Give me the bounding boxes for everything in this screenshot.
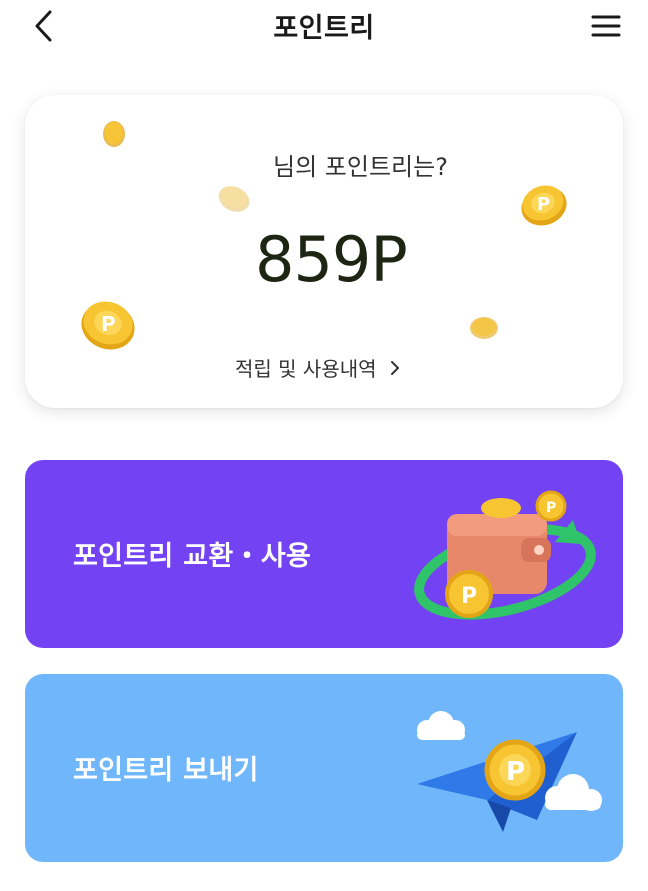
- svg-text:P: P: [506, 757, 525, 787]
- history-link-label: 적립 및 사용내역: [235, 357, 377, 381]
- wallet-exchange-icon: P P: [414, 490, 596, 620]
- app-header: 포인트리: [0, 0, 648, 52]
- history-link[interactable]: 적립 및 사용내역: [235, 353, 401, 382]
- exchange-use-label: 포인트리 교환・사용: [73, 541, 312, 572]
- svg-text:P: P: [101, 312, 116, 336]
- menu-button[interactable]: [590, 10, 622, 42]
- exchange-use-card[interactable]: 포인트리 교환・사용 P P: [25, 460, 623, 648]
- svg-text:P: P: [546, 500, 556, 516]
- points-greeting: 님의 포인트리는?: [273, 153, 448, 181]
- points-summary-card: P P 님의 포인트리는? 859P 적립 및 사용내역: [25, 95, 623, 408]
- chevron-right-icon: [390, 360, 399, 375]
- coin-icon: [218, 186, 250, 212]
- hamburger-menu-icon: [591, 15, 621, 37]
- points-balance: 859P: [255, 223, 408, 296]
- send-points-label: 포인트리 보내기: [73, 755, 259, 786]
- coin-icon: P: [521, 185, 567, 226]
- svg-text:P: P: [461, 584, 477, 609]
- page-title: 포인트리: [273, 13, 375, 44]
- send-points-card[interactable]: 포인트리 보내기 P: [25, 674, 623, 862]
- svg-text:P: P: [537, 194, 550, 215]
- paper-plane-coin-icon: P: [417, 711, 602, 832]
- coin-icon: P: [81, 301, 135, 350]
- coin-icon: [103, 121, 125, 147]
- coin-icon: [470, 317, 498, 339]
